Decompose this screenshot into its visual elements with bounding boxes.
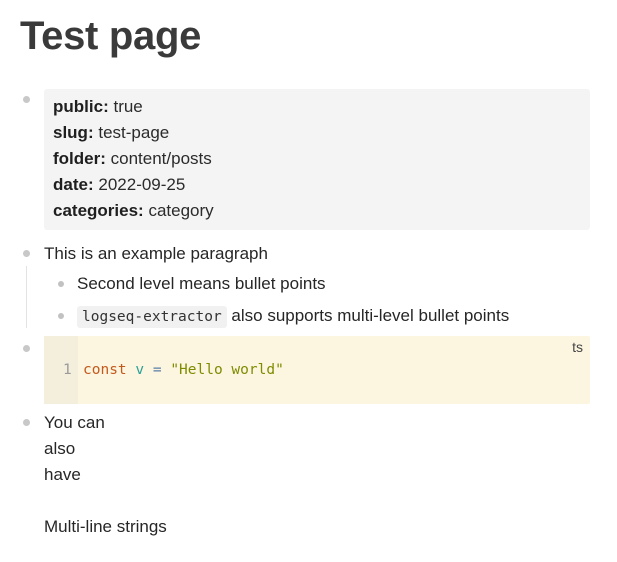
children-thread-line[interactable] [26,266,27,328]
code-operator: = [152,362,162,378]
code-language-label[interactable]: ts [572,339,583,355]
property-row-public: public: true [53,97,143,116]
multiline-line: also [44,439,76,458]
code-keyword: const [83,362,127,378]
child-bullet[interactable] [58,313,64,319]
block-bullet[interactable] [23,345,30,352]
child-block-text[interactable]: Second level means bullet points [77,273,326,295]
code-gutter: 1 [44,336,78,404]
property-row-slug: slug: test-page [53,123,170,142]
code-string: "Hello world" [170,362,284,378]
property-value: 2022-09-25 [98,175,186,194]
multiline-line: Multi-line strings [44,517,167,536]
child-bullet[interactable] [58,281,64,287]
inline-code: logseq-extractor [77,306,227,328]
line-number: 1 [63,362,72,378]
page-title[interactable]: Test page [20,10,201,62]
properties-block[interactable]: public: true slug: test-page folder: con… [44,89,590,230]
child-block-text-rest: also supports multi-level bullet points [226,306,510,325]
code-variable: v [135,362,145,378]
property-value: test-page [98,123,170,142]
property-value: content/posts [110,149,212,168]
property-row-folder: folder: content/posts [53,149,212,168]
block-bullet[interactable] [23,419,30,426]
property-row-categories: categories: category [53,201,214,220]
property-value: true [113,97,143,116]
property-key: date [53,175,88,194]
multiline-line: You can [44,413,105,432]
property-key: folder [53,149,101,168]
block-bullet[interactable] [23,250,30,257]
property-key: slug [53,123,88,142]
code-block[interactable]: 1 const v = "Hello world" ts [44,336,590,404]
block-bullet[interactable] [23,96,30,103]
property-value: category [148,201,214,220]
multiline-line: have [44,465,81,484]
paragraph-text[interactable]: This is an example paragraph [44,243,268,265]
property-key: categories [53,201,139,220]
property-row-date: date: 2022-09-25 [53,175,186,194]
code-line[interactable]: const v = "Hello world" [83,362,284,378]
child-block-text[interactable]: logseq-extractor also supports multi-lev… [77,305,509,328]
property-key: public [53,97,104,116]
